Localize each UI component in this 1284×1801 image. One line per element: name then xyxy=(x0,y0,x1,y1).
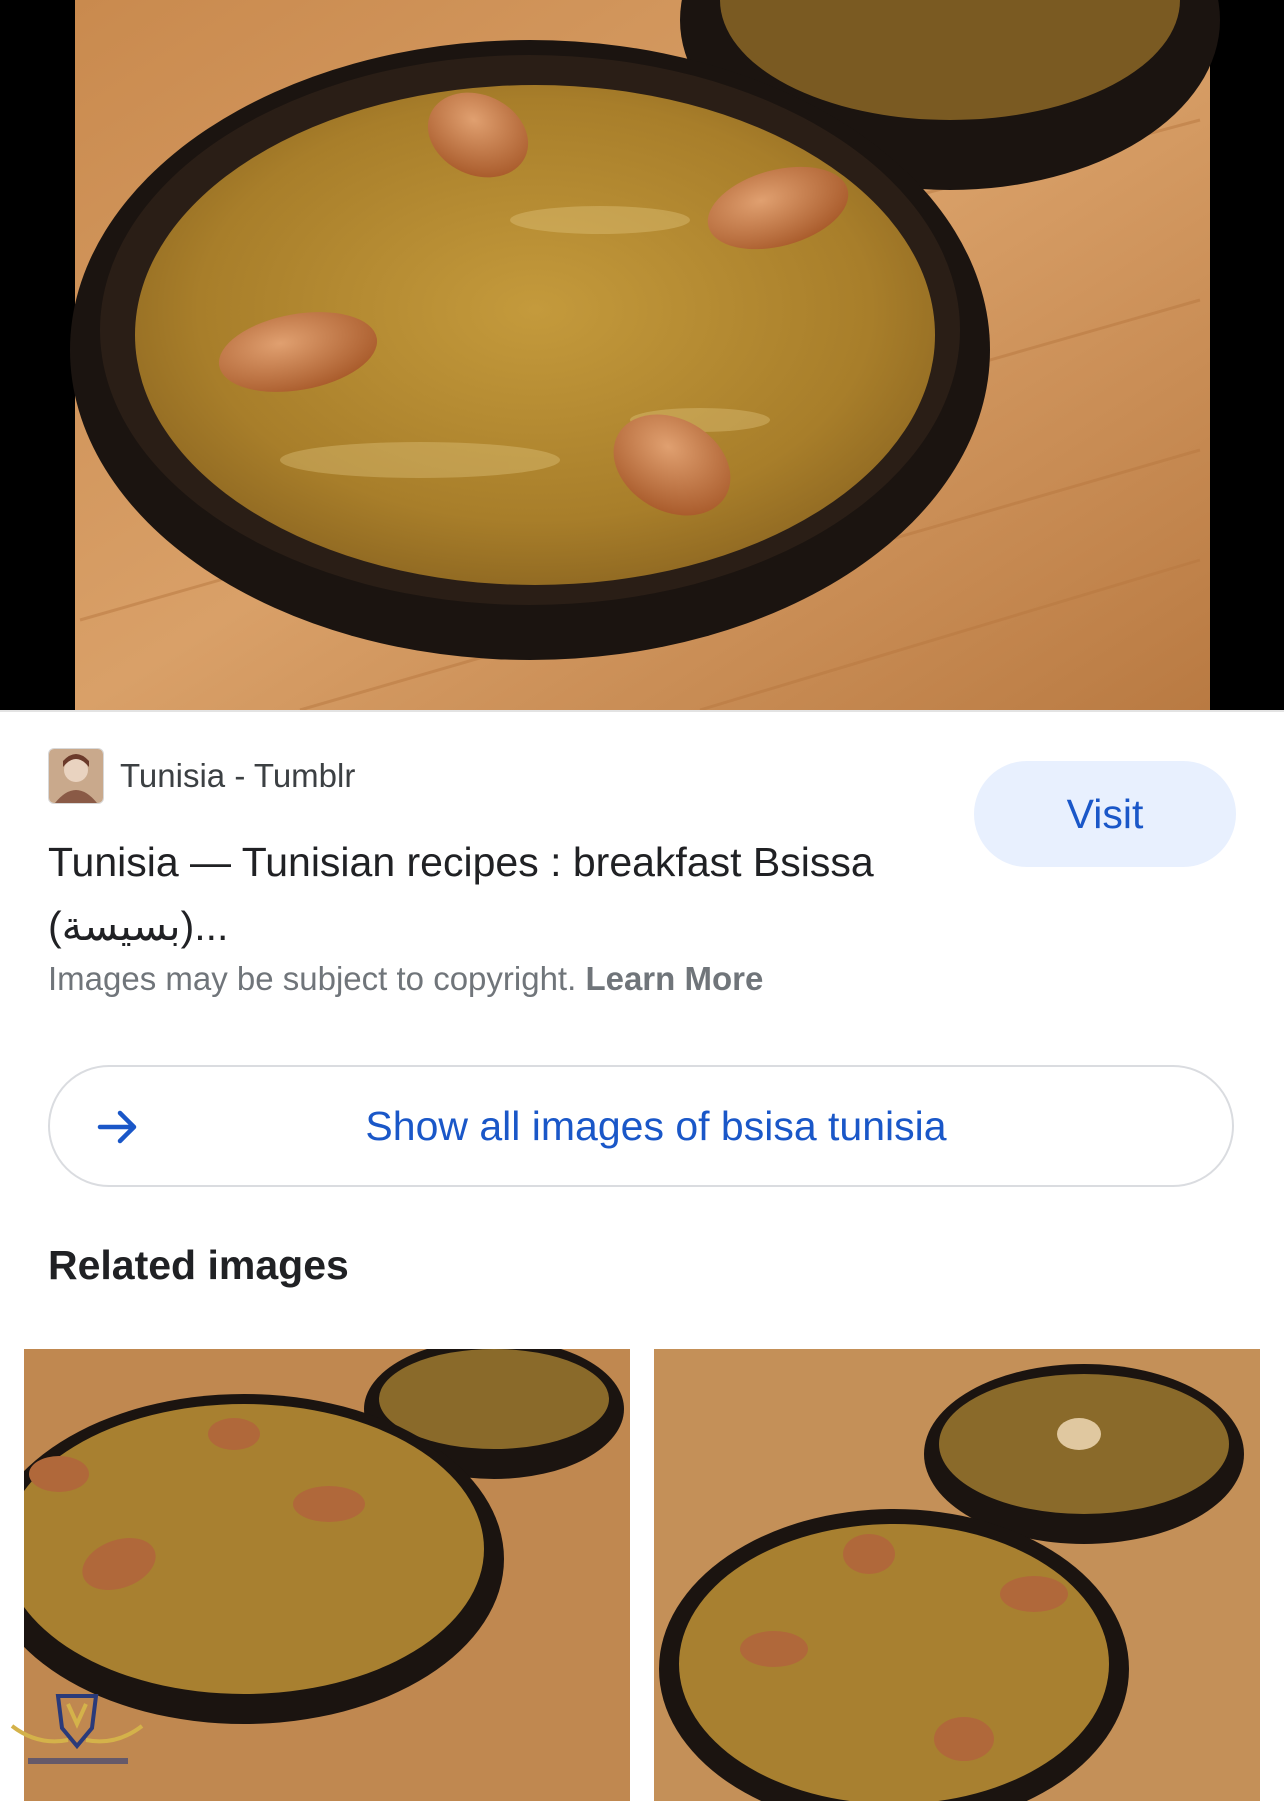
source-row[interactable]: Tunisia - Tumblr xyxy=(48,748,356,804)
main-image[interactable] xyxy=(0,0,1284,710)
learn-more-link[interactable]: Learn More xyxy=(585,960,763,997)
forum-watermark-icon xyxy=(10,1694,144,1764)
divider xyxy=(0,710,1284,712)
related-image-2[interactable] xyxy=(654,1349,1260,1801)
user-avatar-icon xyxy=(48,748,104,804)
show-all-images-button[interactable]: Show all images of bsisa tunisia xyxy=(48,1065,1234,1187)
copyright-notice: Images may be subject to copyright. Lear… xyxy=(48,960,763,998)
copyright-text: Images may be subject to copyright. xyxy=(48,960,577,997)
show-all-label: Show all images of bsisa tunisia xyxy=(365,1102,947,1149)
related-images-heading: Related images xyxy=(48,1242,349,1288)
bsissa-bowl-illustration xyxy=(70,0,1220,710)
visit-button[interactable]: Visit xyxy=(974,761,1236,867)
arrow-right-icon xyxy=(97,1110,137,1144)
source-name: Tunisia - Tumblr xyxy=(120,757,356,794)
result-title[interactable]: Tunisia — Tunisian recipes : breakfast B… xyxy=(48,830,948,958)
